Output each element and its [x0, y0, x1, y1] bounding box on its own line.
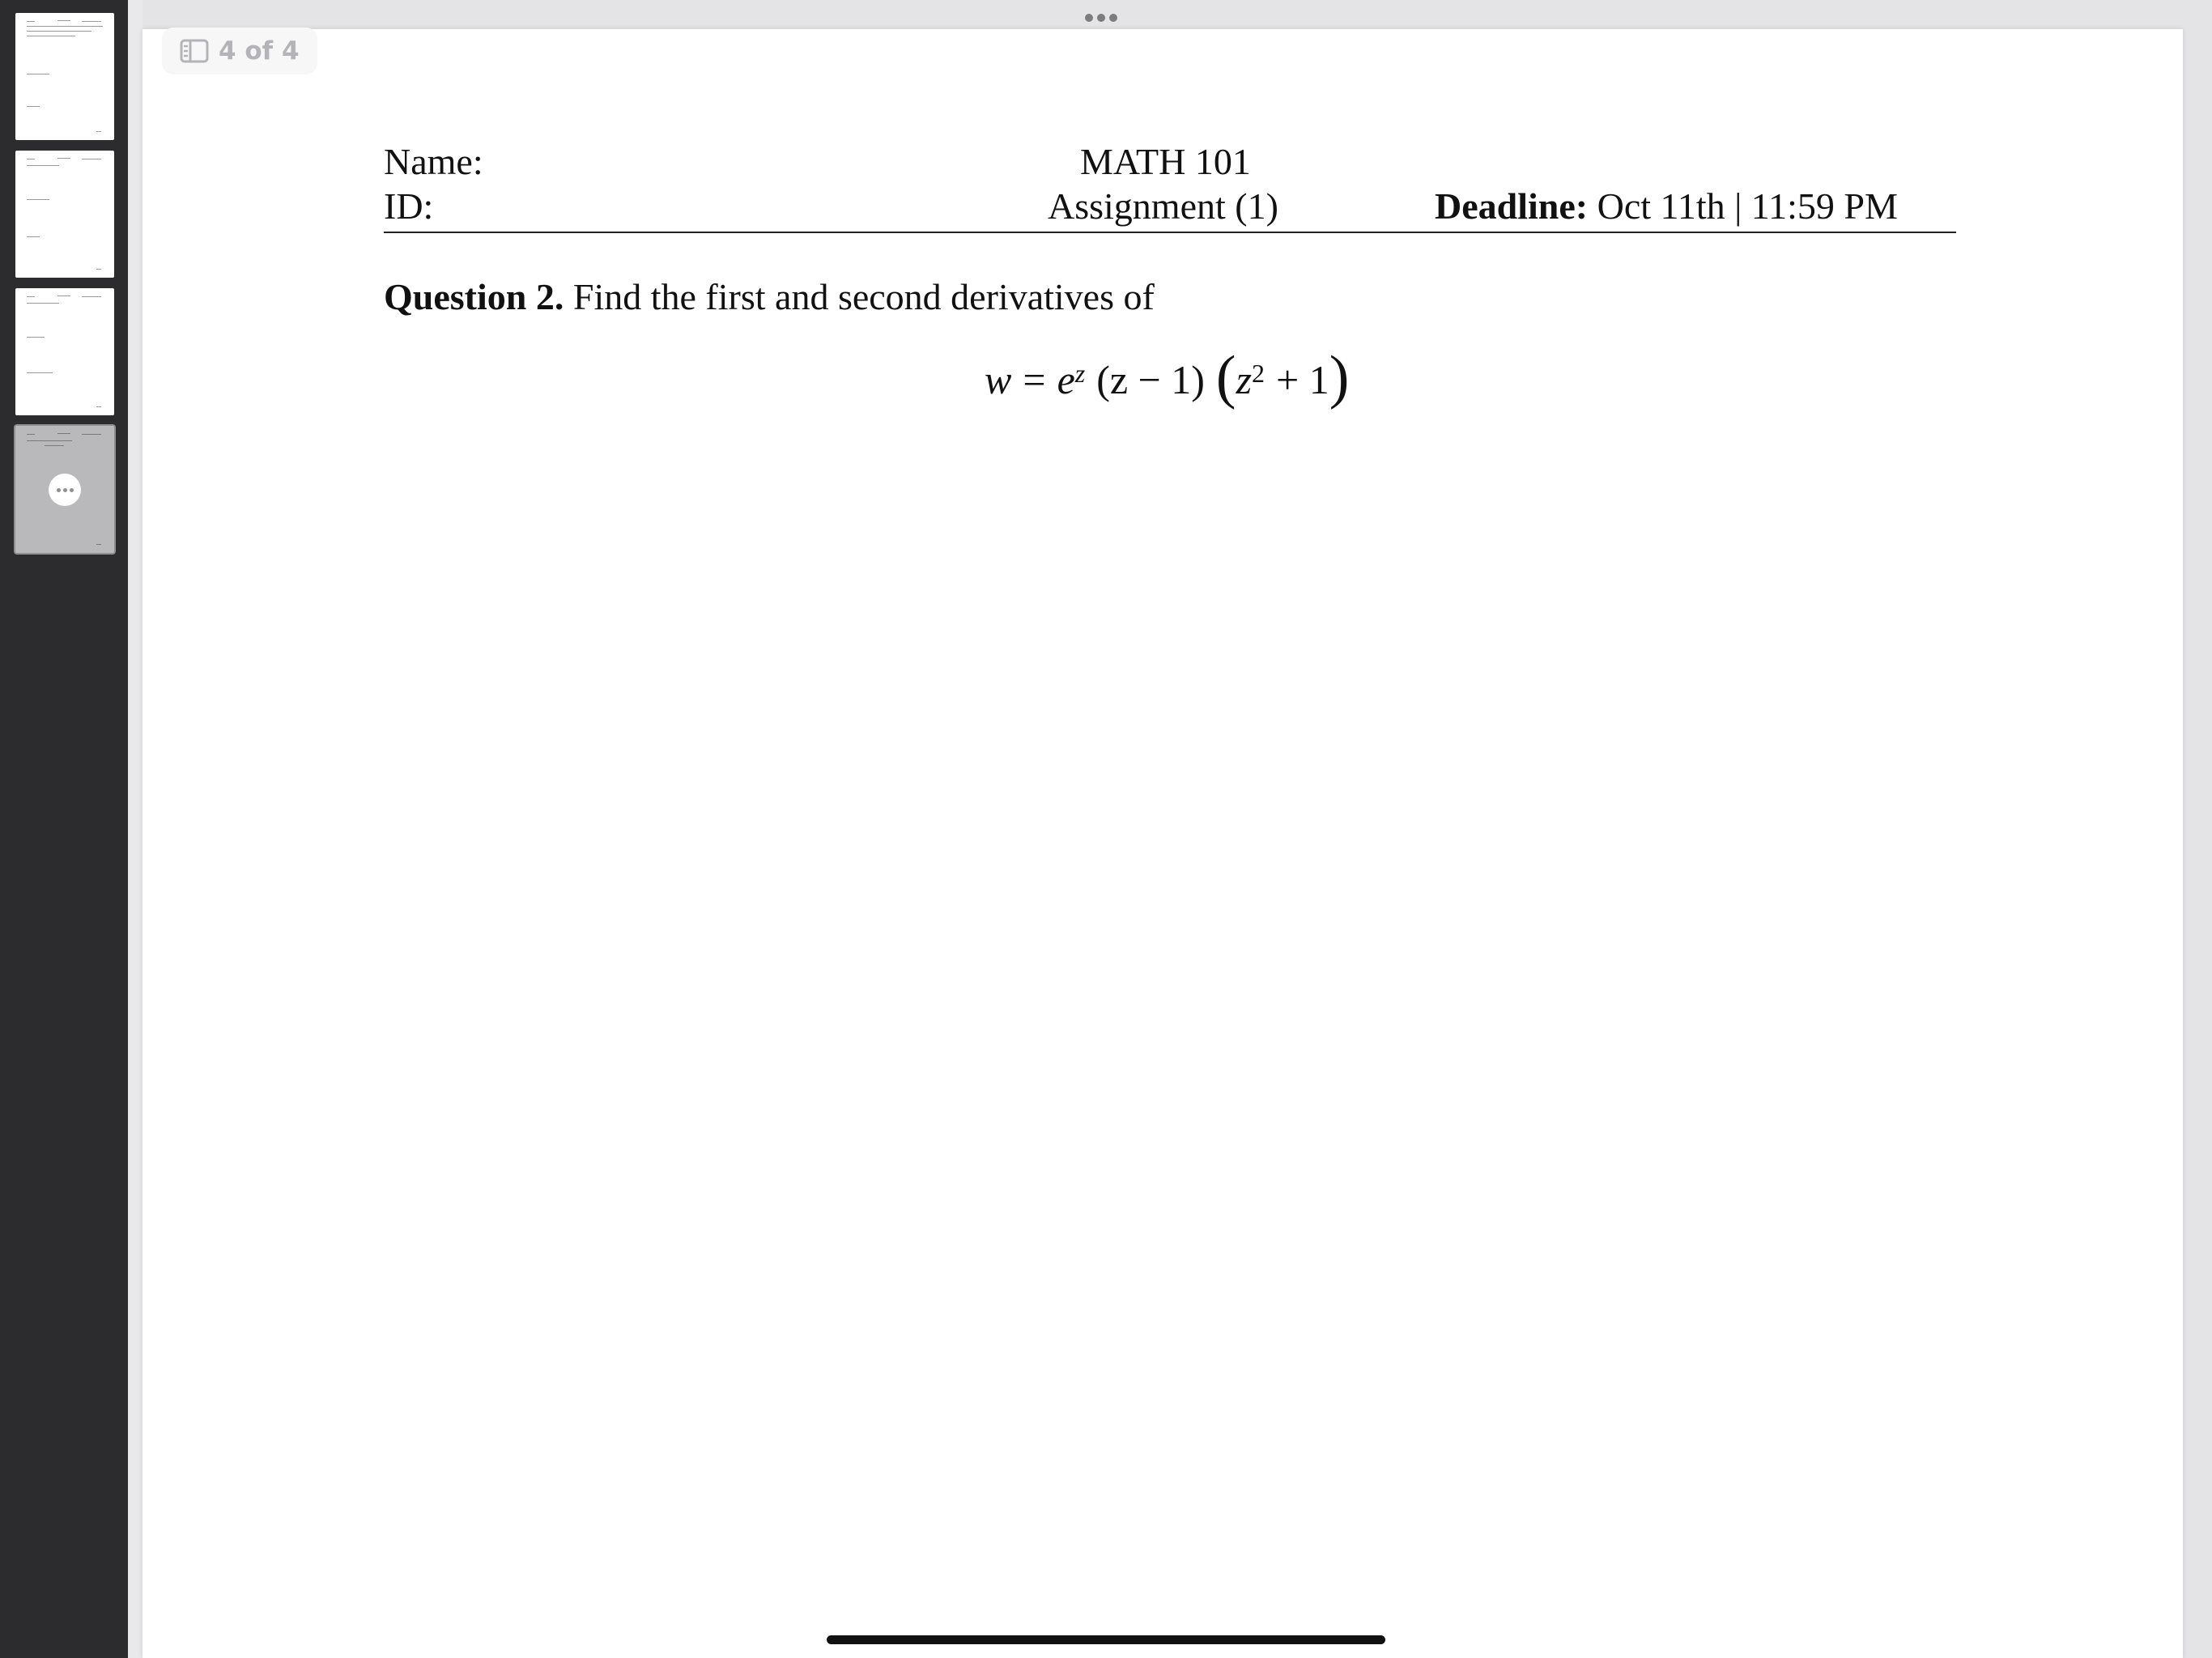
- equation-equals: =: [1023, 357, 1046, 402]
- equation-factor-2-exp: 2: [1252, 358, 1266, 388]
- document-page[interactable]: [143, 29, 2183, 1658]
- equation-lhs: w: [985, 357, 1012, 402]
- ellipsis-icon[interactable]: [1085, 14, 1117, 22]
- equation-factor-1: (z − 1): [1096, 357, 1205, 402]
- deadline-value: Oct 11th | 11:59 PM: [1597, 185, 1898, 227]
- page-thumbnail-1[interactable]: [15, 13, 114, 140]
- right-paren: ): [1329, 344, 1350, 410]
- course-title: MATH 101: [1080, 141, 1251, 182]
- equation-exponent: z: [1074, 358, 1086, 388]
- id-label: ID:: [384, 185, 434, 227]
- question-label: Question 2.: [384, 276, 564, 317]
- page-thumbnail-3[interactable]: [15, 288, 114, 415]
- equation: w = ez (z − 1) (z 2 + 1): [985, 344, 1350, 410]
- equation-base: e: [1057, 357, 1075, 402]
- sidebar-icon: [180, 39, 209, 63]
- thumbnail-sidebar: [0, 0, 128, 1658]
- question-text: Find the first and second derivatives of: [572, 276, 1155, 317]
- header-rule: [384, 232, 1956, 233]
- page-thumbnail-2[interactable]: [15, 151, 114, 278]
- page-thumbnail-4[interactable]: [15, 426, 114, 553]
- equation-factor-2-rest: + 1: [1276, 357, 1329, 402]
- sidebar-divider[interactable]: [128, 0, 143, 1658]
- left-paren: (: [1215, 344, 1236, 410]
- assignment-title: Assignment (1): [1048, 185, 1278, 227]
- deadline: Deadline: Oct 11th | 11:59 PM: [1435, 188, 1898, 225]
- question-2: Question 2. Find the first and second de…: [384, 278, 1155, 316]
- deadline-label: Deadline:: [1435, 185, 1589, 227]
- page-indicator: 4 of 4: [162, 28, 317, 74]
- equation-factor-2-var: z: [1236, 357, 1253, 402]
- name-label: Name:: [384, 141, 483, 182]
- home-indicator[interactable]: [827, 1635, 1385, 1644]
- ellipsis-icon[interactable]: [49, 474, 81, 506]
- page-indicator-label: 4 of 4: [219, 36, 300, 66]
